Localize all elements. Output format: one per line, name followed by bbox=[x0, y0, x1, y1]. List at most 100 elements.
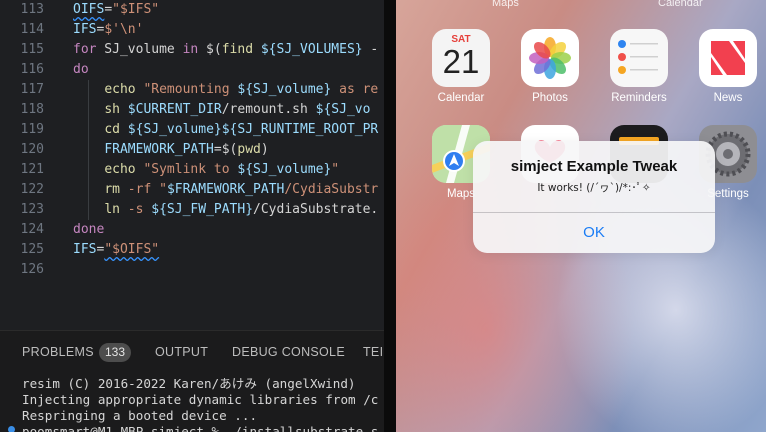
app-label-maps-top: Maps bbox=[492, 0, 519, 9]
code-token: "Symlink to bbox=[143, 162, 238, 177]
app-label-news: News bbox=[713, 92, 743, 104]
code-token: FRAMEWORK_PATH bbox=[104, 142, 214, 157]
code-editor[interactable]: 113 OIFS="$IFS" 114 IFS=$'\n' 115 for SJ_volu… bbox=[0, 0, 384, 330]
code-line[interactable]: 116 do bbox=[0, 60, 384, 80]
code-token: $CURRENT_DIR bbox=[127, 102, 222, 117]
code-text: echo "Symlink to ${SJ_volume}" bbox=[73, 160, 339, 180]
photos-icon bbox=[529, 37, 571, 79]
code-line[interactable]: 118 sh $CURRENT_DIR/remount.sh ${SJ_vo bbox=[0, 100, 384, 120]
code-line[interactable]: 115 for SJ_volume in $(find ${SJ_VOLUMES}… bbox=[0, 40, 384, 60]
code-token: ${SJ_volume} bbox=[237, 162, 332, 177]
alert-message: It works! (/´ヮ`)/*:･ﾟ✧ bbox=[537, 182, 651, 194]
indent-guide bbox=[88, 160, 89, 180]
code-token: as re bbox=[331, 82, 379, 97]
tab-output[interactable]: OUTPUT bbox=[155, 345, 208, 359]
code-token: echo bbox=[104, 82, 136, 97]
code-token: " bbox=[159, 182, 167, 197]
code-text: FRAMEWORK_PATH=$(pwd) bbox=[73, 140, 269, 160]
app-label-calendar-top: Calendar bbox=[658, 0, 703, 9]
line-number: 117 bbox=[20, 82, 44, 97]
app-reminders[interactable] bbox=[610, 29, 668, 87]
app-calendar[interactable]: SAT 21 bbox=[432, 29, 490, 87]
code-line[interactable]: 117 echo "Remounting ${SJ_volume} as re bbox=[0, 80, 384, 100]
code-token: /CydiaSubstr bbox=[284, 182, 379, 197]
line-number: 115 bbox=[20, 42, 44, 57]
terminal-line: Injecting appropriate dynamic libraries … bbox=[22, 392, 379, 407]
code-token: ${SJ_volume} bbox=[237, 82, 332, 97]
calendar-date: 21 bbox=[442, 43, 480, 80]
code-line[interactable]: 123 ln -s ${SJ_FW_PATH}/CydiaSubstrate. bbox=[0, 200, 384, 220]
problems-count-badge: 133 bbox=[99, 343, 132, 362]
code-text: IFS="$OIFS" bbox=[73, 240, 159, 260]
indent-guide bbox=[88, 100, 89, 120]
code-token: sh bbox=[104, 102, 120, 117]
code-token: $( bbox=[198, 42, 222, 57]
code-line[interactable]: 121 echo "Symlink to ${SJ_volume}" bbox=[0, 160, 384, 180]
code-token: "Remounting bbox=[143, 82, 238, 97]
code-token: in bbox=[182, 42, 199, 57]
ios-simulator-screen[interactable]: Maps Calendar SAT 21 Calendar Photos Rem… bbox=[396, 0, 766, 432]
code-line[interactable]: 125 IFS="$OIFS" bbox=[0, 240, 384, 260]
split-divider[interactable] bbox=[384, 0, 396, 432]
code-token: do bbox=[73, 62, 89, 77]
code-token: cd bbox=[104, 122, 120, 137]
code-token: for bbox=[73, 42, 97, 57]
code-token: IFS bbox=[73, 242, 97, 257]
reminders-icon bbox=[618, 40, 658, 74]
code-token: IFS bbox=[73, 22, 97, 37]
code-line[interactable]: 120 FRAMEWORK_PATH=$(pwd) bbox=[0, 140, 384, 160]
code-token: echo bbox=[104, 162, 136, 177]
code-token: /remount.sh bbox=[221, 102, 316, 117]
code-token: ${SJ_VOLUMES} bbox=[260, 42, 363, 57]
line-number: 118 bbox=[20, 102, 44, 117]
line-number: 120 bbox=[20, 142, 44, 157]
code-text: sh $CURRENT_DIR/remount.sh ${SJ_vo bbox=[73, 100, 370, 120]
line-number: 121 bbox=[20, 162, 44, 177]
code-line[interactable]: 113 OIFS="$IFS" bbox=[0, 0, 384, 20]
app-photos[interactable] bbox=[521, 29, 579, 87]
code-token: SJ_volume bbox=[96, 42, 183, 57]
tab-problems[interactable]: PROBLEMS bbox=[22, 345, 94, 359]
app-news[interactable] bbox=[699, 29, 757, 87]
code-text: do bbox=[73, 60, 89, 80]
panel-tabs: PROBLEMS 133 OUTPUT DEBUG CONSOLE TEI bbox=[0, 331, 384, 375]
alert-dialog: simject Example Tweak It works! (/´ヮ`)/*… bbox=[473, 141, 715, 253]
line-number: 114 bbox=[20, 22, 44, 37]
code-token: ${SJ_FW_PATH} bbox=[151, 202, 254, 217]
code-line[interactable]: 124 done bbox=[0, 220, 384, 240]
code-token: ) bbox=[260, 142, 269, 157]
code-token: "$OIFS" bbox=[104, 242, 160, 257]
indent-guide bbox=[88, 140, 89, 160]
code-text: done bbox=[73, 220, 104, 240]
code-token: " bbox=[331, 162, 340, 177]
code-line[interactable]: 114 IFS=$'\n' bbox=[0, 20, 384, 40]
app-label-photos: Photos bbox=[532, 92, 568, 104]
line-number: 124 bbox=[20, 222, 44, 237]
indent-guide bbox=[88, 120, 89, 140]
indent-guide bbox=[88, 80, 89, 100]
news-icon bbox=[711, 41, 745, 75]
code-token: OIFS bbox=[73, 2, 105, 17]
app-label-reminders: Reminders bbox=[611, 92, 667, 104]
code-token: -s bbox=[127, 202, 144, 217]
alert-ok-button[interactable]: OK bbox=[473, 213, 715, 253]
code-line[interactable]: 119 cd ${SJ_volume}${SJ_RUNTIME_ROOT_PR bbox=[0, 120, 384, 140]
code-token: ${SJ_volume}${SJ_RUNTIME_ROOT_PR bbox=[127, 122, 379, 137]
line-number: 113 bbox=[20, 2, 44, 17]
code-line[interactable]: 126 bbox=[0, 260, 384, 280]
tab-terminal[interactable]: TEI bbox=[363, 345, 383, 359]
tab-debug-console[interactable]: DEBUG CONSOLE bbox=[232, 345, 345, 359]
code-text: OIFS="$IFS" bbox=[73, 0, 159, 20]
code-token: ln bbox=[104, 202, 120, 217]
alert-title: simject Example Tweak bbox=[510, 158, 678, 175]
indent-guide bbox=[88, 180, 89, 200]
code-token: ${SJ_vo bbox=[315, 102, 371, 117]
code-token: -rf bbox=[127, 182, 152, 197]
code-text: IFS=$'\n' bbox=[73, 20, 143, 40]
code-line[interactable]: 122 rm -rf "$FRAMEWORK_PATH/CydiaSubstr bbox=[0, 180, 384, 200]
